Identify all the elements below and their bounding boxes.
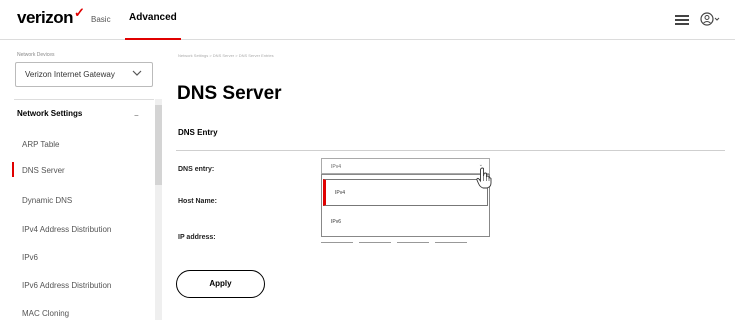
ip-address-label: IP address: bbox=[178, 234, 216, 241]
hand-pointer-icon bbox=[476, 167, 492, 189]
sidebar-section-network-settings[interactable]: Network Settings bbox=[17, 109, 82, 118]
sidebar-item-dns-server[interactable]: DNS Server bbox=[22, 166, 65, 175]
dns-entry-dropdown: IPv4 IPv6 bbox=[321, 174, 490, 237]
ip-octet-2-field[interactable] bbox=[359, 242, 391, 243]
verizon-logo[interactable]: verizon✓ bbox=[17, 5, 85, 28]
nav-tab-advanced[interactable]: Advanced bbox=[125, 12, 181, 40]
sidebar-scrollbar[interactable] bbox=[155, 99, 162, 320]
section-heading: DNS Entry bbox=[178, 128, 218, 137]
sidebar-item-mac-cloning[interactable]: MAC Cloning bbox=[22, 309, 69, 318]
sidebar-item-ipv4-address-distribution[interactable]: IPv4 Address Distribution bbox=[22, 225, 111, 234]
dropdown-option-ipv6[interactable]: IPv6 bbox=[322, 214, 489, 230]
scrollbar-thumb[interactable] bbox=[155, 105, 162, 185]
sidebar-divider bbox=[14, 99, 154, 100]
sidebar-item-ipv6-address-distribution[interactable]: IPv6 Address Distribution bbox=[22, 281, 111, 290]
dns-entry-label: DNS entry: bbox=[178, 166, 215, 173]
menu-icon[interactable] bbox=[675, 15, 689, 25]
top-bar: verizon✓ Basic Advanced bbox=[0, 0, 735, 40]
dropdown-option-ipv4[interactable]: IPv4 bbox=[323, 179, 488, 206]
ip-octet-3-field[interactable] bbox=[397, 242, 429, 243]
sidebar-item-ipv6[interactable]: IPv6 bbox=[22, 253, 38, 262]
chevron-down-icon bbox=[132, 69, 142, 79]
page-title: DNS Server bbox=[177, 83, 282, 104]
ip-address-fields[interactable] bbox=[321, 242, 471, 244]
dns-entry-select[interactable]: IPv4 ⌄ bbox=[321, 158, 490, 174]
logo-text: verizon bbox=[17, 8, 74, 27]
ip-octet-1-field[interactable] bbox=[321, 242, 353, 243]
section-divider bbox=[176, 150, 725, 151]
sidebar-item-arp-table[interactable]: ARP Table bbox=[22, 140, 60, 149]
host-name-label: Host Name: bbox=[178, 198, 217, 205]
device-select-label: Network Devices bbox=[17, 52, 55, 58]
apply-button[interactable]: Apply bbox=[176, 270, 265, 298]
logo-check-mark: ✓ bbox=[74, 5, 85, 20]
collapse-icon[interactable]: − bbox=[134, 111, 139, 120]
user-icon[interactable] bbox=[699, 11, 721, 27]
active-indicator bbox=[12, 162, 14, 177]
nav-tab-basic[interactable]: Basic bbox=[91, 15, 111, 24]
sidebar: Network Devices Verizon Internet Gateway… bbox=[0, 41, 164, 320]
sidebar-item-dynamic-dns[interactable]: Dynamic DNS bbox=[22, 196, 72, 205]
device-select-value: Verizon Internet Gateway bbox=[25, 70, 115, 79]
ip-octet-4-field[interactable] bbox=[435, 242, 467, 243]
device-select[interactable]: Verizon Internet Gateway bbox=[15, 62, 153, 87]
breadcrumb[interactable]: Network Settings > DNS Server > DNS Serv… bbox=[178, 53, 274, 58]
dns-entry-select-value: IPv4 bbox=[331, 164, 342, 170]
